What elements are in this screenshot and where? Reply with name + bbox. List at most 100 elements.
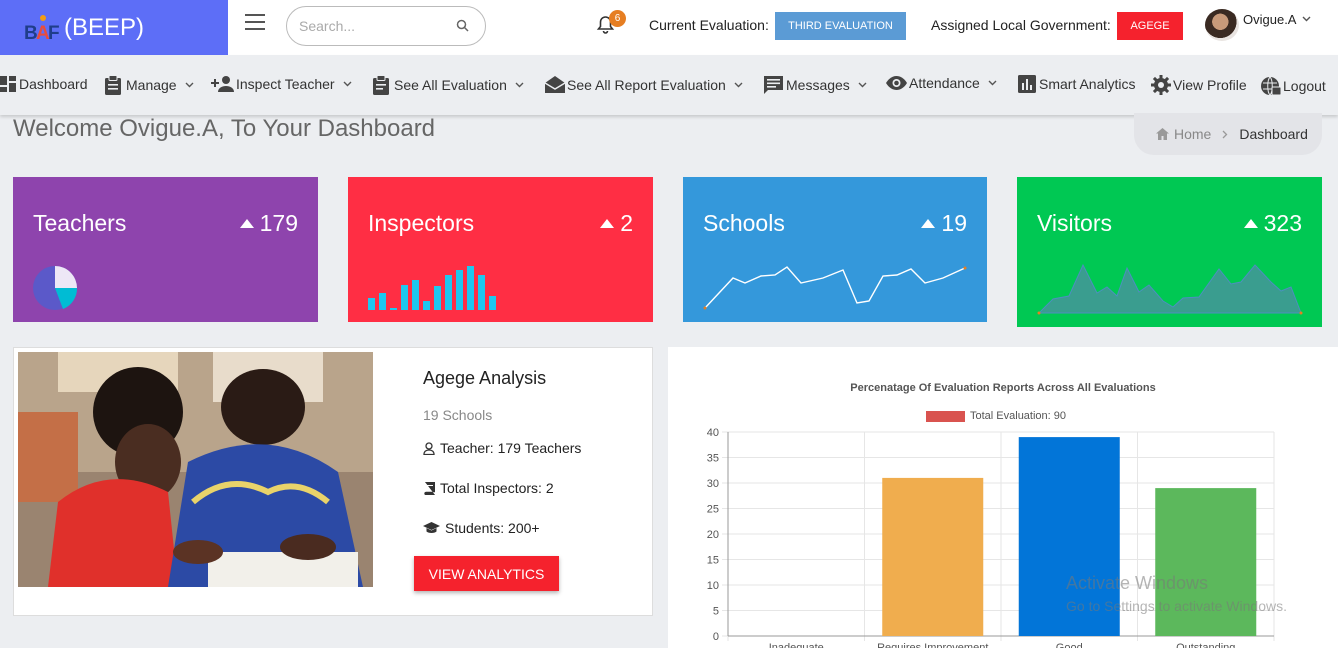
user-icon [423, 441, 435, 455]
brand[interactable]: B A F (BEEP) [0, 0, 228, 55]
clipboard-list-icon [373, 75, 389, 95]
evaluation-chart-panel: Percenatage Of Evaluation Reports Across… [668, 347, 1338, 648]
menu-toggle-icon[interactable] [245, 14, 265, 32]
nav-item-smart-analytics[interactable]: Smart Analytics [1018, 75, 1135, 93]
top-header: B A F (BEEP) 6 Current Evaluation: THIRD… [0, 0, 1338, 55]
search-box [286, 6, 486, 46]
chart-legend[interactable]: Total Evaluation: 90 [926, 410, 1066, 422]
envelope-open-icon [544, 76, 566, 93]
search-input[interactable] [299, 7, 449, 45]
brand-logo: B A F [24, 12, 60, 44]
activation-watermark-text: Go to Settings to activate Windows. [1066, 598, 1287, 614]
globe-lock-icon [1261, 76, 1282, 96]
breadcrumb-current: Dashboard [1239, 126, 1308, 142]
chevron-down-icon [343, 81, 352, 87]
nav-label: Smart Analytics [1039, 76, 1136, 92]
nav-item-view-profile[interactable]: View Profile [1151, 75, 1247, 95]
pie-sparkline [33, 266, 78, 310]
bar-chart-icon [1018, 75, 1036, 93]
home-icon [1156, 128, 1169, 140]
stat-card-visitors[interactable]: Visitors 323 [1017, 177, 1322, 327]
nav-label: Manage [126, 77, 177, 93]
nav-item-manage[interactable]: Manage [104, 75, 194, 95]
page-title: Welcome Ovigue.A, To Your Dashboard [13, 115, 436, 142]
nav-item-logout[interactable]: Logout [1260, 75, 1326, 97]
chevron-down-icon [858, 82, 867, 88]
analysis-teachers-row: Teacher: 179 Teachers [423, 440, 581, 456]
y-tick-label: 5 [713, 606, 719, 618]
breadcrumb: Home Dashboard [1134, 113, 1322, 155]
x-tick-label: Good [1056, 642, 1083, 648]
nav-label: See All Evaluation [394, 77, 507, 93]
search-icon[interactable] [456, 19, 469, 32]
local-government-label: Assigned Local Government: [931, 17, 1111, 33]
nav-item-see-all-report-evaluation[interactable]: See All Report Evaluation [544, 75, 743, 94]
x-tick-label: Outstanding [1176, 642, 1235, 648]
clipboard-icon [105, 75, 121, 95]
eye-icon [886, 76, 907, 90]
nav-label: See All Report Evaluation [567, 76, 726, 93]
book-icon [424, 481, 435, 495]
nav-label: Messages [786, 77, 850, 93]
nav-item-attendance[interactable]: Attendance [885, 75, 997, 91]
graduation-cap-icon [423, 522, 440, 533]
bar-requires-improvement [882, 477, 984, 636]
main-nav: Dashboard Manage Inspect Teacher See All… [0, 55, 1338, 115]
current-evaluation-badge[interactable]: THIRD EVALUATION [775, 12, 906, 40]
nav-item-inspect-teacher[interactable]: Inspect Teacher [211, 75, 352, 93]
nav-label: Dashboard [19, 76, 88, 92]
y-tick-label: 15 [707, 555, 719, 567]
y-tick-label: 0 [713, 631, 719, 643]
nav-item-messages[interactable]: Messages [763, 75, 867, 95]
chevron-down-icon [185, 82, 194, 88]
analysis-schools: 19 Schools [423, 407, 493, 423]
y-tick-label: 20 [707, 529, 719, 541]
chart-title: Percenatage Of Evaluation Reports Across… [850, 382, 1156, 394]
y-tick-label: 35 [707, 453, 719, 465]
breadcrumb-home-link[interactable]: Home [1174, 126, 1211, 142]
stat-card-teachers[interactable]: Teachers 179 [13, 177, 318, 322]
analysis-photo [18, 352, 373, 587]
chevron-down-icon [515, 82, 524, 88]
x-tick-label: Requires Improvement [877, 642, 988, 648]
chevron-down-icon [1302, 16, 1311, 22]
local-government-badge[interactable]: AGEGE [1117, 12, 1183, 40]
avatar [1205, 9, 1239, 41]
legend-swatch [926, 410, 965, 422]
person-add-icon [211, 76, 234, 92]
nav-label: View Profile [1173, 77, 1247, 93]
y-tick-label: 25 [707, 504, 719, 516]
message-icon [764, 76, 783, 94]
analysis-panel: Agege Analysis 19 Schools Teacher: 179 T… [13, 347, 653, 616]
activation-watermark-title: Activate Windows [1066, 573, 1209, 593]
svg-text:F: F [48, 23, 60, 44]
legend-label: Total Evaluation: 90 [970, 410, 1067, 422]
chevron-down-icon [734, 82, 743, 87]
line-sparkline [703, 266, 967, 310]
x-tick-label: Inadequate [769, 642, 824, 648]
chevron-down-icon [988, 80, 997, 86]
stat-card-inspectors[interactable]: Inspectors 2 [348, 177, 653, 322]
analysis-title: Agege Analysis [423, 368, 547, 388]
analysis-students-row: Students: 200+ [423, 520, 540, 536]
area-sparkline [1037, 263, 1303, 315]
nav-label: Attendance [909, 75, 980, 91]
gear-icon [1151, 75, 1171, 95]
analysis-inspectors-row: Total Inspectors: 2 [423, 480, 554, 496]
nav-item-dashboard[interactable]: Dashboard [0, 75, 88, 93]
nav-item-see-all-evaluation[interactable]: See All Evaluation [372, 75, 524, 95]
nav-label: Inspect Teacher [236, 76, 335, 92]
stat-card-schools[interactable]: Schools 19 [683, 177, 987, 322]
view-analytics-button[interactable]: VIEW ANALYTICS [414, 556, 559, 591]
chevron-right-icon [1222, 130, 1228, 138]
y-tick-label: 40 [707, 427, 719, 439]
user-menu[interactable]: Ovigue.A [1205, 9, 1311, 41]
analysis-teachers: Teacher: 179 Teachers [440, 440, 582, 456]
y-tick-label: 30 [707, 478, 719, 490]
analysis-inspectors: Total Inspectors: 2 [440, 480, 554, 496]
notification-badge: 6 [609, 10, 626, 27]
y-tick-label: 10 [707, 580, 719, 592]
nav-label: Logout [1283, 78, 1326, 94]
user-name: Ovigue.A [1243, 11, 1297, 27]
current-evaluation-label: Current Evaluation: [649, 17, 769, 33]
